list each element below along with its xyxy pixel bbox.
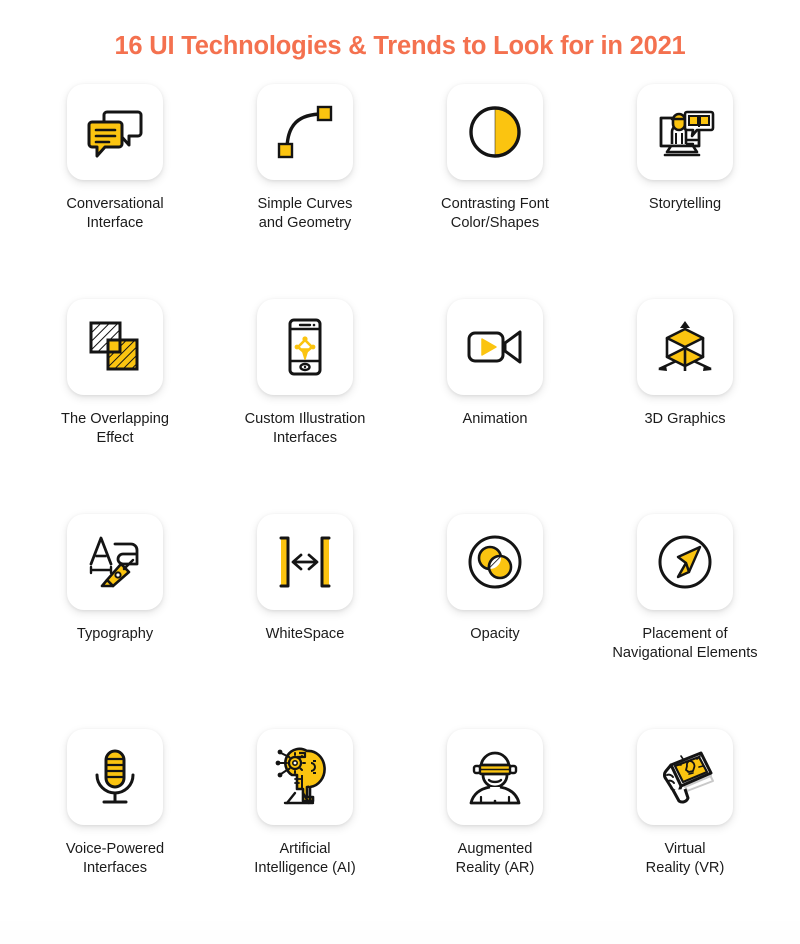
icon-card[interactable] [67, 728, 163, 825]
caption-line-1: Storytelling [648, 195, 722, 212]
item-caption: Voice-Powered Interfaces [21, 840, 209, 879]
item-caption: Animation [401, 410, 589, 430]
grid-item-whitespace[interactable]: WhiteSpace [210, 513, 400, 729]
caption-line-2: Navigational Elements [612, 645, 758, 662]
item-caption: Contrasting Font Color/Shapes [401, 195, 589, 234]
caption-line-2: Interfaces [272, 430, 338, 447]
item-caption: Placement of Navigational Elements [591, 625, 779, 664]
icon-card[interactable] [637, 298, 733, 395]
icon-card[interactable] [637, 728, 733, 825]
trends-grid: Conversational Interface Simple Curves a… [20, 83, 780, 944]
icon-card[interactable] [637, 513, 733, 610]
grid-item-navigational-elements[interactable]: Placement of Navigational Elements [590, 513, 780, 729]
grid-item-custom-illustration[interactable]: Custom Illustration Interfaces [210, 298, 400, 514]
item-caption: 3D Graphics [591, 410, 779, 430]
icon-card[interactable] [447, 728, 543, 825]
caption-line-1: Virtual [664, 840, 706, 857]
caption-line-1: Custom Illustration [244, 410, 366, 427]
item-caption: Opacity [401, 625, 589, 645]
icon-card[interactable] [257, 513, 353, 610]
ar-glasses-person-icon [469, 751, 521, 804]
monitor-storytelling-icon [659, 110, 715, 156]
smartphone-pen-tool-icon [288, 318, 322, 376]
caption-line-1: Typography [76, 625, 154, 642]
caption-line-1: Contrasting Font [441, 195, 549, 212]
caption-line-1: 3D Graphics [644, 410, 726, 427]
caption-line-1: Animation [462, 410, 528, 427]
grid-item-3d-graphics[interactable]: 3D Graphics [590, 298, 780, 514]
icon-card[interactable] [67, 83, 163, 180]
isometric-cube-axes-icon [658, 320, 712, 371]
grid-item-opacity[interactable]: Opacity [400, 513, 590, 729]
caption-line-2: Interfaces [82, 860, 148, 877]
icon-card[interactable] [257, 83, 353, 180]
caption-line-1: The Overlapping [61, 410, 169, 427]
item-caption: Artificial Intelligence (AI) [211, 840, 399, 879]
item-caption: Custom Illustration Interfaces [211, 410, 399, 449]
grid-item-typography[interactable]: Typography [20, 513, 210, 729]
icon-card[interactable] [447, 83, 543, 180]
infographic-page: 16 UI Technologies & Trends to Look for … [0, 0, 800, 921]
caption-line-2: Effect [96, 430, 134, 447]
icon-card[interactable] [67, 513, 163, 610]
caption-line-2: Reality (VR) [645, 860, 725, 877]
page-title: 16 UI Technologies & Trends to Look for … [114, 32, 686, 60]
hand-tablet-vr-icon [663, 751, 714, 804]
half-filled-circle-icon [469, 105, 521, 158]
grid-item-storytelling[interactable]: Storytelling [590, 83, 780, 299]
bezier-curve-icon [277, 105, 333, 158]
icon-card[interactable] [67, 298, 163, 395]
item-caption: Storytelling [591, 195, 779, 215]
caption-line-2: and Geometry [258, 215, 352, 232]
overlapping-circles-icon [468, 535, 522, 589]
grid-item-overlapping-effect[interactable]: The Overlapping Effect [20, 298, 210, 514]
item-caption: Virtual Reality (VR) [591, 840, 779, 879]
caption-line-1: Augmented [457, 840, 533, 857]
caption-line-1: Simple Curves [257, 195, 353, 212]
caption-line-1: Placement of [642, 625, 728, 642]
video-camera-play-icon [467, 330, 522, 364]
overlapping-squares-icon [89, 321, 139, 371]
grid-item-artificial-intelligence[interactable]: Artificial Intelligence (AI) [210, 728, 400, 944]
item-caption: Simple Curves and Geometry [211, 195, 399, 234]
navigation-arrow-icon [658, 535, 712, 589]
item-caption: Typography [21, 625, 209, 645]
caption-line-1: WhiteSpace [265, 625, 345, 642]
ai-head-gear-icon [275, 747, 326, 804]
item-caption: Conversational Interface [21, 195, 209, 234]
item-caption: WhiteSpace [211, 625, 399, 645]
icon-card[interactable] [447, 513, 543, 610]
caption-line-1: Voice-Powered [65, 840, 165, 857]
icon-card[interactable] [447, 298, 543, 395]
grid-item-contrasting-font[interactable]: Contrasting Font Color/Shapes [400, 83, 590, 299]
caption-line-2: Reality (AR) [455, 860, 535, 877]
caption-line-1: Opacity [470, 625, 520, 642]
caption-line-1: Artificial [279, 840, 331, 857]
grid-item-conversational-interface[interactable]: Conversational Interface [20, 83, 210, 299]
microphone-icon [95, 749, 135, 804]
grid-item-virtual-reality[interactable]: Virtual Reality (VR) [590, 728, 780, 944]
grid-item-voice-powered[interactable]: Voice-Powered Interfaces [20, 728, 210, 944]
typography-pen-nib-icon [89, 536, 139, 587]
item-caption: Augmented Reality (AR) [401, 840, 589, 879]
grid-item-augmented-reality[interactable]: Augmented Reality (AR) [400, 728, 590, 944]
icon-card[interactable] [637, 83, 733, 180]
icon-card[interactable] [257, 728, 353, 825]
grid-item-simple-curves[interactable]: Simple Curves and Geometry [210, 83, 400, 299]
caption-line-1: Conversational [66, 195, 164, 212]
caption-line-2: Intelligence (AI) [254, 860, 356, 877]
caption-line-2: Color/Shapes [450, 215, 540, 232]
item-caption: The Overlapping Effect [21, 410, 209, 449]
speech-bubbles-icon [87, 110, 143, 158]
grid-item-animation[interactable]: Animation [400, 298, 590, 514]
icon-card[interactable] [257, 298, 353, 395]
caption-line-2: Interface [86, 215, 144, 232]
brackets-arrow-icon [279, 536, 331, 588]
